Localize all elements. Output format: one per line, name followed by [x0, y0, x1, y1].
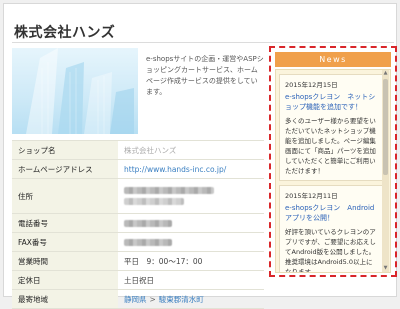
- company-title: 株式会社ハンズ: [14, 25, 116, 41]
- news-text: 多くのユーザー様から要望をいただいていたネットショップ機能を追加しました。ページ…: [285, 117, 376, 175]
- row-label: 最寄地域: [12, 290, 118, 308]
- scroll-thumb[interactable]: [383, 79, 388, 175]
- news-title-link[interactable]: e-shopsクレヨン ネットショップ機能を追加です！: [285, 92, 377, 112]
- title-divider: [12, 42, 394, 43]
- area-prefecture-link[interactable]: 静岡県: [124, 294, 147, 305]
- shop-name-value: 株式会社ハンズ: [124, 145, 177, 155]
- table-row: 営業時間 平日 9：00～17：00: [12, 252, 264, 271]
- area-separator: >: [149, 294, 156, 304]
- news-scroll-panel[interactable]: 2015年12月15日 e-shopsクレヨン ネットショップ機能を追加です！ …: [275, 69, 391, 273]
- table-row: ショップ名 株式会社ハンズ: [12, 141, 264, 160]
- news-header: News: [275, 52, 391, 67]
- news-list: 2015年12月15日 e-shopsクレヨン ネットショップ機能を追加です！ …: [279, 74, 383, 273]
- company-page: 株式会社ハンズ e-shopsサイトの企画・運営やASPショッピングカートサービ…: [3, 3, 397, 309]
- area-town-link[interactable]: 駿東郡清水町: [159, 294, 204, 305]
- row-label: 定休日: [12, 271, 118, 289]
- table-row: 定休日 土日祝日: [12, 271, 264, 290]
- table-row: FAX番号: [12, 233, 264, 252]
- phone-value-redacted: [118, 214, 264, 232]
- scroll-up-icon[interactable]: ▲: [382, 70, 389, 77]
- hero-image: [12, 48, 138, 134]
- news-text: 好評を頂いているクレヨンのアプリですが、ご要望にお応えしてAndroid版を公開…: [285, 228, 376, 273]
- company-intro: e-shopsサイトの企画・運営やASPショッピングカートサービス、ホームページ…: [146, 55, 264, 96]
- row-label: FAX番号: [12, 233, 118, 251]
- table-row: ホームページアドレス http://www.hands-inc.co.jp/: [12, 160, 264, 179]
- holiday-value: 土日祝日: [124, 275, 154, 285]
- row-label: 電話番号: [12, 214, 118, 232]
- scroll-down-icon[interactable]: ▼: [382, 265, 389, 272]
- row-label: ショップ名: [12, 141, 118, 159]
- hours-value: 平日 9：00～17：00: [124, 256, 203, 266]
- nearest-area-value: 静岡県 > 駿東郡清水町: [118, 290, 264, 308]
- table-row: 電話番号: [12, 214, 264, 233]
- homepage-link[interactable]: http://www.hands-inc.co.jp/: [118, 160, 264, 178]
- row-label: ホームページアドレス: [12, 160, 118, 178]
- news-date: 2015年12月15日: [285, 81, 338, 89]
- row-label: 住所: [12, 179, 118, 213]
- company-info-table: ショップ名 株式会社ハンズ ホームページアドレス http://www.hand…: [12, 140, 264, 309]
- table-row: 住所: [12, 179, 264, 214]
- fax-value-redacted: [118, 233, 264, 251]
- news-highlight-box: News 2015年12月15日 e-shopsクレヨン ネットショップ機能を追…: [269, 46, 397, 277]
- news-title-link[interactable]: e-shopsクレヨン Androidアプリを公開！: [285, 203, 377, 223]
- news-item: 2015年12月15日 e-shopsクレヨン ネットショップ機能を追加です！ …: [279, 74, 383, 181]
- news-date: 2015年12月11日: [285, 192, 338, 200]
- row-label: 営業時間: [12, 252, 118, 270]
- news-scrollbar[interactable]: ▲ ▼: [382, 70, 389, 272]
- news-item: 2015年12月11日 e-shopsクレヨン Androidアプリを公開！ 好…: [279, 185, 383, 273]
- address-value-redacted: [118, 179, 264, 213]
